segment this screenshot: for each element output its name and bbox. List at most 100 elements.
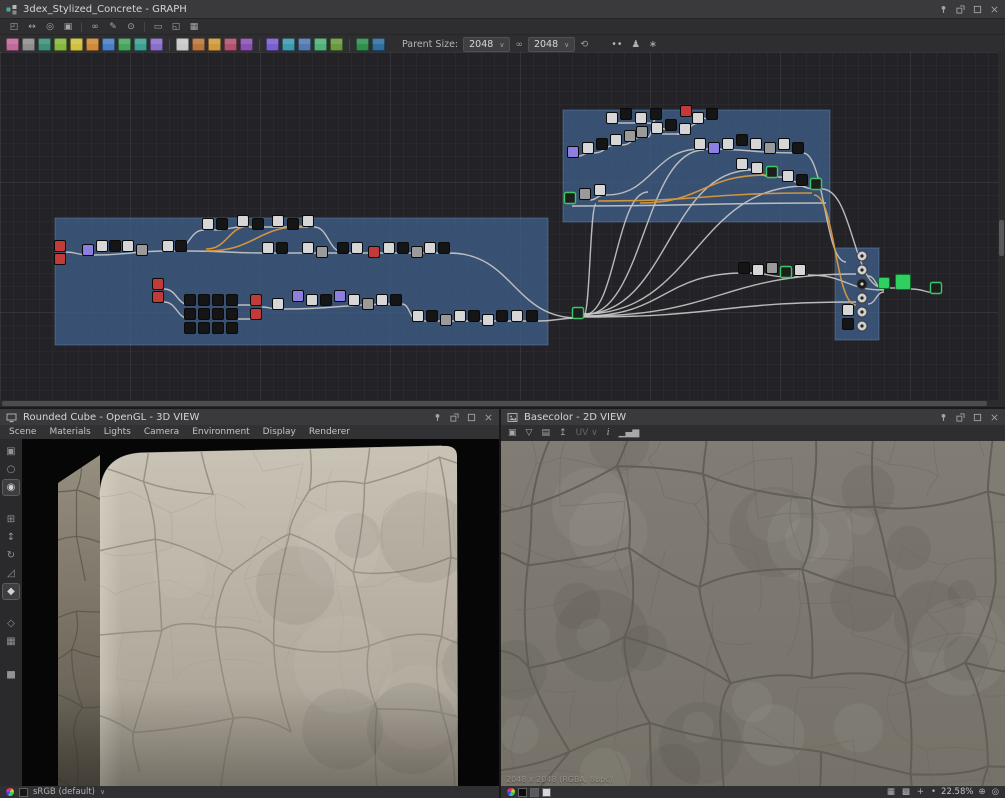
graph-node[interactable] bbox=[198, 322, 210, 334]
graph-node[interactable] bbox=[752, 264, 764, 276]
comment-icon[interactable]: ▭ bbox=[150, 22, 166, 32]
rounded-cube-render[interactable] bbox=[22, 439, 499, 786]
graph-node[interactable] bbox=[606, 112, 618, 124]
graph-node[interactable] bbox=[334, 290, 346, 302]
graph-node[interactable] bbox=[306, 294, 318, 306]
layers-icon[interactable]: ▤ bbox=[541, 428, 550, 438]
graph-node[interactable] bbox=[482, 314, 494, 326]
graph-node[interactable] bbox=[468, 310, 480, 322]
graph-node[interactable] bbox=[162, 240, 174, 252]
graph-node[interactable] bbox=[96, 240, 108, 252]
size-link-icon[interactable]: ∞ bbox=[515, 40, 523, 50]
basecolor-texture[interactable] bbox=[501, 441, 1005, 786]
graph-node[interactable] bbox=[708, 142, 720, 154]
hscroll-thumb[interactable] bbox=[2, 401, 987, 406]
graph-node[interactable] bbox=[895, 274, 911, 290]
graph-node[interactable] bbox=[582, 142, 594, 154]
pixel-grid-icon[interactable]: • bbox=[931, 787, 936, 797]
graph-node[interactable] bbox=[766, 262, 778, 274]
graph-node[interactable] bbox=[152, 278, 164, 290]
graph-node[interactable] bbox=[751, 162, 763, 174]
graph-node[interactable] bbox=[624, 130, 636, 142]
swatch-dark[interactable] bbox=[518, 787, 527, 797]
pose-icon[interactable]: ♟ bbox=[631, 39, 640, 50]
select-tool-icon[interactable]: ◰ bbox=[6, 22, 22, 32]
output-node-icon[interactable] bbox=[372, 38, 385, 51]
graph-node[interactable] bbox=[511, 310, 523, 322]
graph-node[interactable] bbox=[362, 298, 374, 310]
graph-node[interactable] bbox=[348, 294, 360, 306]
transform-node-icon[interactable] bbox=[150, 38, 163, 51]
graph-node[interactable] bbox=[424, 242, 436, 254]
save-icon[interactable]: ▽ bbox=[526, 428, 533, 438]
bitmap-node-icon[interactable] bbox=[6, 38, 19, 51]
zoom-fit-icon[interactable]: ◎ bbox=[992, 787, 999, 797]
graph-node[interactable] bbox=[292, 290, 304, 302]
float-icon[interactable] bbox=[956, 4, 965, 14]
graph-node[interactable] bbox=[738, 262, 750, 274]
menu-scene[interactable]: Scene bbox=[9, 427, 36, 437]
graph-vscrollbar[interactable] bbox=[998, 52, 1005, 407]
graph-node[interactable] bbox=[650, 108, 662, 120]
graph-node[interactable] bbox=[272, 298, 284, 310]
graph-node[interactable] bbox=[764, 142, 776, 154]
blur-node-icon[interactable] bbox=[176, 38, 189, 51]
graph-node[interactable] bbox=[842, 304, 854, 316]
graph-node[interactable] bbox=[692, 112, 704, 124]
node-graph[interactable] bbox=[0, 52, 1005, 400]
graph-frame[interactable] bbox=[54, 217, 549, 346]
maximize-icon[interactable] bbox=[973, 5, 982, 14]
emboss-node-icon[interactable] bbox=[240, 38, 253, 51]
info-icon[interactable]: i bbox=[607, 428, 610, 438]
menu-display[interactable]: Display bbox=[263, 427, 296, 437]
graph-node[interactable] bbox=[438, 242, 450, 254]
vscroll-thumb[interactable] bbox=[999, 220, 1004, 256]
view2d-titlebar[interactable]: Basecolor - 2D VIEW bbox=[501, 409, 1005, 425]
swatch-light[interactable] bbox=[542, 787, 551, 797]
zoom-reset-icon[interactable]: ⊕ bbox=[978, 787, 985, 797]
graph-node[interactable] bbox=[596, 138, 608, 150]
geometry-icon[interactable]: ◇ bbox=[3, 616, 19, 631]
graph-node[interactable] bbox=[368, 246, 380, 258]
graph-node[interactable] bbox=[571, 306, 585, 320]
close-icon[interactable] bbox=[484, 413, 493, 422]
rotate-icon[interactable]: ↻ bbox=[3, 548, 19, 563]
graph-node[interactable] bbox=[198, 294, 210, 306]
graph-node[interactable] bbox=[722, 138, 734, 150]
material-sphere-icon[interactable]: ◆ bbox=[2, 583, 20, 600]
graph-node[interactable] bbox=[54, 240, 66, 252]
graph-node[interactable] bbox=[929, 281, 943, 295]
curve-node-icon[interactable] bbox=[86, 38, 99, 51]
levels-node-icon[interactable] bbox=[70, 38, 83, 51]
graph-node[interactable] bbox=[226, 322, 238, 334]
graph-node[interactable] bbox=[252, 218, 264, 230]
graph-node[interactable] bbox=[302, 242, 314, 254]
graph-hscrollbar[interactable] bbox=[0, 400, 1005, 407]
maximize-icon[interactable] bbox=[467, 413, 476, 422]
parent-size-width-select[interactable]: 2048 ∨ bbox=[463, 37, 511, 52]
scene-tree-icon[interactable]: ⊞ bbox=[3, 512, 19, 527]
graph-node[interactable] bbox=[635, 112, 647, 124]
close-icon[interactable] bbox=[990, 5, 999, 14]
graph-node[interactable] bbox=[778, 138, 790, 150]
menu-lights[interactable]: Lights bbox=[104, 427, 131, 437]
graph-node[interactable] bbox=[198, 308, 210, 320]
colorspace-wheel-icon[interactable] bbox=[507, 788, 515, 796]
link-mode-icon[interactable]: ∞ bbox=[87, 22, 103, 32]
view2d-canvas[interactable]: 2048 x 2048 (RGBA, 8bpc) bbox=[501, 441, 1005, 786]
export-icon[interactable]: ↥ bbox=[559, 428, 567, 438]
eye-icon[interactable]: ◉ bbox=[2, 479, 20, 496]
pin-node-icon[interactable]: ⊙ bbox=[123, 22, 139, 32]
graph-node[interactable] bbox=[680, 105, 692, 117]
input-node-icon[interactable] bbox=[356, 38, 369, 51]
sharpen-node-icon[interactable] bbox=[224, 38, 237, 51]
graph-node[interactable] bbox=[262, 242, 274, 254]
graph-node[interactable] bbox=[216, 218, 228, 230]
graph-node[interactable] bbox=[796, 174, 808, 186]
pan-tool-icon[interactable]: ↔ bbox=[24, 22, 40, 32]
swatch-mid[interactable] bbox=[530, 787, 539, 797]
view3d-titlebar[interactable]: Rounded Cube - OpenGL - 3D VIEW bbox=[0, 409, 499, 425]
close-icon[interactable] bbox=[990, 413, 999, 422]
graph-node[interactable] bbox=[152, 291, 164, 303]
background-color-swatch[interactable] bbox=[19, 787, 28, 797]
